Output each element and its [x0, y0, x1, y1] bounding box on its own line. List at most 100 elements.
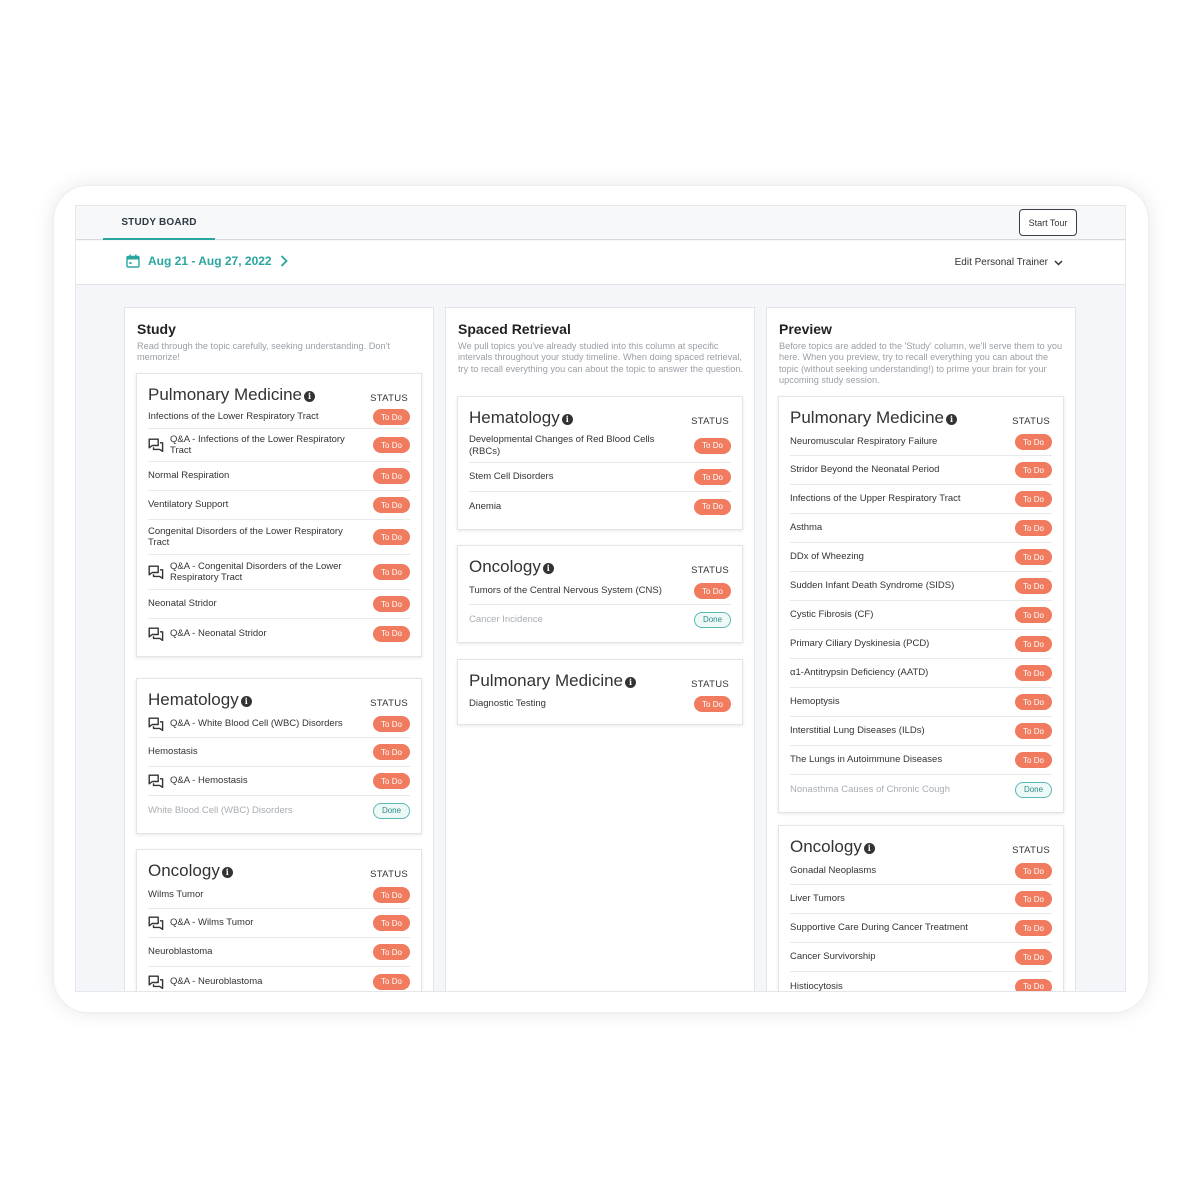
status-badge[interactable]: To Do [373, 915, 410, 931]
topic-row[interactable]: Q&A - Neonatal Stridor To Do [148, 619, 410, 648]
topic-name: Q&A - Hemostasis [170, 775, 248, 787]
status-badge[interactable]: To Do [1015, 978, 1052, 991]
topic-row[interactable]: Q&A - White Blood Cell (WBC) Disorders To… [148, 711, 410, 738]
status-badge[interactable]: To Do [373, 409, 410, 425]
topic-row[interactable]: Q&A - Wilms Tumor To Do [148, 909, 410, 938]
status-badge[interactable]: To Do [694, 469, 731, 485]
status-badge[interactable]: To Do [1015, 920, 1052, 936]
topic-row[interactable]: Developmental Changes of Red Blood Cells… [469, 429, 731, 463]
topic-row[interactable]: Cancer Survivorship To Do [790, 943, 1052, 972]
status-badge[interactable]: To Do [1015, 752, 1052, 768]
topic-row[interactable]: Neonatal Stridor To Do [148, 590, 410, 619]
status-badge[interactable]: To Do [1015, 434, 1052, 450]
status-badge[interactable]: To Do [1015, 863, 1052, 879]
status-badge[interactable]: To Do [373, 596, 410, 612]
status-badge[interactable]: To Do [1015, 891, 1052, 907]
topic-row[interactable]: Histiocytosis To Do [790, 972, 1052, 991]
status-badge[interactable]: Done [1015, 781, 1052, 798]
status-badge[interactable]: To Do [373, 773, 410, 789]
status-badge[interactable]: To Do [373, 564, 410, 580]
status-badge[interactable]: To Do [1015, 607, 1052, 623]
status-badge[interactable]: To Do [373, 529, 410, 545]
topic-row[interactable]: Sudden Infant Death Syndrome (SIDS) To Do [790, 572, 1052, 601]
status-badge[interactable]: To Do [1015, 549, 1052, 565]
status-badge[interactable]: To Do [1015, 723, 1052, 739]
status-badge[interactable]: To Do [1015, 520, 1052, 536]
topic-row[interactable]: Neuroblastoma To Do [148, 938, 410, 967]
topic-list: Developmental Changes of Red Blood Cells… [458, 429, 742, 529]
start-tour-button[interactable]: Start Tour [1019, 209, 1077, 236]
info-icon[interactable]: i [221, 866, 233, 878]
status-badge[interactable]: To Do [694, 696, 731, 712]
status-badge[interactable]: To Do [1015, 462, 1052, 478]
topic-row[interactable]: White Blood Cell (WBC) Disorders Done [148, 796, 410, 825]
date-range-selector[interactable]: Aug 21 - Aug 27, 2022 [126, 254, 296, 268]
status-badge[interactable]: To Do [694, 498, 731, 515]
status-badge[interactable]: To Do [373, 625, 410, 642]
qa-chat-icon [148, 717, 164, 731]
topic-row[interactable]: Q&A - Infections of the Lower Respirator… [148, 429, 410, 462]
status-badge[interactable]: To Do [1015, 949, 1052, 965]
topic-row[interactable]: Cystic Fibrosis (CF) To Do [790, 601, 1052, 630]
topic-name: Q&A - Congenital Disorders of the Lower … [170, 560, 342, 584]
topic-row[interactable]: Interstitial Lung Diseases (ILDs) To Do [790, 717, 1052, 746]
tab-study-board[interactable]: STUDY BOARD [103, 206, 215, 240]
topic-name: Interstitial Lung Diseases (ILDs) [790, 725, 925, 737]
info-icon[interactable]: i [625, 676, 637, 688]
status-badge[interactable]: To Do [1015, 636, 1052, 652]
card-title: Pulmonary Medicine i [469, 671, 637, 691]
chevron-right-icon[interactable] [280, 255, 288, 267]
topic-row[interactable]: Nonasthma Causes of Chronic Cough Done [790, 775, 1052, 804]
topic-row[interactable]: Normal Respiration To Do [148, 462, 410, 491]
status-badge[interactable]: Done [373, 802, 410, 819]
status-badge[interactable]: To Do [373, 716, 410, 732]
status-badge[interactable]: To Do [694, 583, 731, 599]
topic-row[interactable]: Q&A - Neuroblastoma To Do [148, 967, 410, 991]
status-badge[interactable]: To Do [373, 468, 410, 484]
status-badge[interactable]: To Do [373, 944, 410, 960]
topic-row[interactable]: Hemostasis To Do [148, 738, 410, 767]
topic-row[interactable]: Congenital Disorders of the Lower Respir… [148, 520, 410, 555]
topic-row[interactable]: Stridor Beyond the Neonatal Period To Do [790, 456, 1052, 485]
status-badge[interactable]: To Do [1015, 694, 1052, 710]
topic-row[interactable]: Infections of the Lower Respiratory Trac… [148, 406, 410, 429]
info-icon[interactable]: i [946, 413, 958, 425]
info-icon[interactable]: i [561, 413, 573, 425]
info-icon[interactable]: i [863, 842, 875, 854]
status-badge[interactable]: Done [694, 611, 731, 628]
status-badge[interactable]: To Do [373, 437, 410, 453]
topic-row[interactable]: Hemoptysis To Do [790, 688, 1052, 717]
topic-row[interactable]: α1-Antitrypsin Deficiency (AATD) To Do [790, 659, 1052, 688]
status-badge[interactable]: To Do [694, 437, 731, 454]
edit-personal-trainer-dropdown[interactable]: Edit Personal Trainer [955, 257, 1063, 268]
status-badge[interactable]: To Do [373, 887, 410, 903]
status-badge[interactable]: To Do [1015, 491, 1052, 507]
topic-row[interactable]: Neuromuscular Respiratory Failure To Do [790, 429, 1052, 456]
info-icon[interactable]: i [542, 562, 554, 574]
topic-row[interactable]: Q&A - Congenital Disorders of the Lower … [148, 555, 410, 590]
topic-row[interactable]: Supportive Care During Cancer Treatment T… [790, 914, 1052, 943]
topic-row[interactable]: Tumors of the Central Nervous System (CN… [469, 578, 731, 605]
status-badge[interactable]: To Do [373, 497, 410, 513]
status-badge[interactable]: To Do [373, 973, 410, 990]
topic-row[interactable]: Stem Cell Disorders To Do [469, 463, 731, 492]
topic-row[interactable]: Diagnostic Testing To Do [469, 692, 731, 716]
topic-row[interactable]: Ventilatory Support To Do [148, 491, 410, 520]
topic-row[interactable]: Anemia To Do [469, 492, 731, 521]
topic-row[interactable]: Cancer Incidence Done [469, 605, 731, 634]
topic-row[interactable]: DDx of Wheezing To Do [790, 543, 1052, 572]
info-icon[interactable]: i [240, 695, 252, 707]
topic-row[interactable]: Liver Tumors To Do [790, 885, 1052, 914]
topic-row[interactable]: Q&A - Hemostasis To Do [148, 767, 410, 796]
topic-row[interactable]: Asthma To Do [790, 514, 1052, 543]
topic-row[interactable]: Gonadal Neoplasms To Do [790, 858, 1052, 885]
status-badge[interactable]: To Do [1015, 665, 1052, 681]
topic-row[interactable]: Wilms Tumor To Do [148, 882, 410, 909]
topic-row[interactable]: Primary Ciliary Dyskinesia (PCD) To Do [790, 630, 1052, 659]
status-badge[interactable]: To Do [1015, 578, 1052, 594]
topic-row[interactable]: The Lungs in Autoimmune Diseases To Do [790, 746, 1052, 775]
topic-row[interactable]: Infections of the Upper Respiratory Trac… [790, 485, 1052, 514]
subject-card: Pulmonary Medicine i STATUS Infections of t… [136, 373, 422, 657]
info-icon[interactable]: i [304, 390, 316, 402]
status-badge[interactable]: To Do [373, 744, 410, 760]
